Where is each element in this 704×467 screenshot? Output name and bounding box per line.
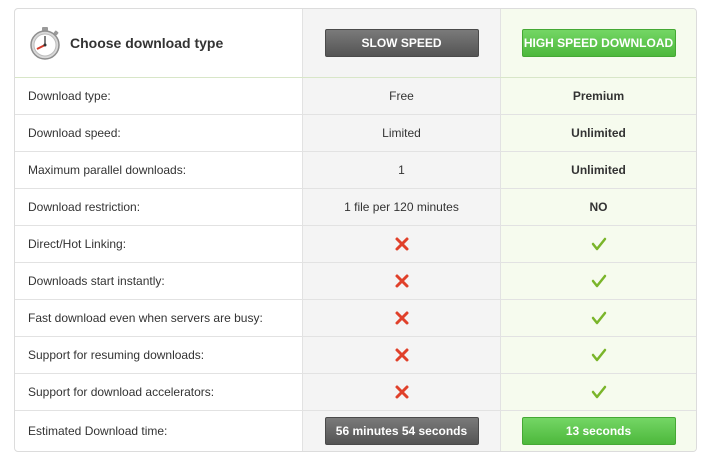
fast-value [500,374,696,410]
download-type-table: Choose download type SLOW SPEED HIGH SPE… [14,8,697,452]
row-label: Download restriction: [28,200,141,214]
row-label: Download speed: [28,126,121,140]
estimate-row: Estimated Download time: 56 minutes 54 s… [15,410,696,451]
slow-speed-button[interactable]: SLOW SPEED [324,29,479,57]
slow-value: Free [302,78,500,114]
slow-value [302,300,500,336]
table-row: Maximum parallel downloads: 1 Unlimited [15,151,696,188]
fast-column-header: HIGH SPEED DOWNLOAD [500,9,696,77]
slow-value [302,263,500,299]
table-row: Support for download accelerators: [15,373,696,410]
table-row: Download speed: Limited Unlimited [15,114,696,151]
table-row: Direct/Hot Linking: [15,225,696,262]
header-title-cell: Choose download type [15,9,302,77]
slow-estimate-cell: 56 minutes 54 seconds [302,411,500,451]
fast-estimate-cell: 13 seconds [500,411,696,451]
page-title: Choose download type [70,35,224,51]
row-label: Direct/Hot Linking: [28,237,127,251]
row-label: Support for resuming downloads: [28,348,205,362]
row-label: Fast download even when servers are busy… [28,311,263,325]
check-icon [591,348,606,362]
check-icon [591,274,606,288]
check-icon [591,237,606,251]
fast-estimate-button[interactable]: 13 seconds [521,417,676,445]
cross-icon [395,311,408,325]
fast-value [500,300,696,336]
table-row: Support for resuming downloads: [15,336,696,373]
cross-icon [395,348,408,362]
table-row: Download type: Free Premium [15,78,696,114]
check-icon [591,385,606,399]
row-label: Support for download accelerators: [28,385,215,399]
table-header: Choose download type SLOW SPEED HIGH SPE… [15,9,696,78]
table-row: Downloads start instantly: [15,262,696,299]
slow-value: Limited [302,115,500,151]
slow-value [302,374,500,410]
fast-value: NO [500,189,696,225]
fast-value: Unlimited [500,152,696,188]
high-speed-download-button[interactable]: HIGH SPEED DOWNLOAD [521,29,676,57]
fast-value: Premium [500,78,696,114]
cross-icon [395,274,408,288]
fast-value [500,226,696,262]
cross-icon [395,237,408,251]
fast-value [500,263,696,299]
cross-icon [395,385,408,399]
row-label: Download type: [28,89,111,103]
stopwatch-icon [30,27,60,60]
check-icon [591,311,606,325]
row-label: Downloads start instantly: [28,274,165,288]
slow-estimate-button[interactable]: 56 minutes 54 seconds [324,417,479,445]
slow-value: 1 [302,152,500,188]
fast-value: Unlimited [500,115,696,151]
table-row: Fast download even when servers are busy… [15,299,696,336]
estimate-label: Estimated Download time: [28,424,168,438]
slow-column-header: SLOW SPEED [302,9,500,77]
row-label: Maximum parallel downloads: [28,163,187,177]
table-row: Download restriction: 1 file per 120 min… [15,188,696,225]
slow-value [302,337,500,373]
fast-value [500,337,696,373]
slow-value: 1 file per 120 minutes [302,189,500,225]
slow-value [302,226,500,262]
